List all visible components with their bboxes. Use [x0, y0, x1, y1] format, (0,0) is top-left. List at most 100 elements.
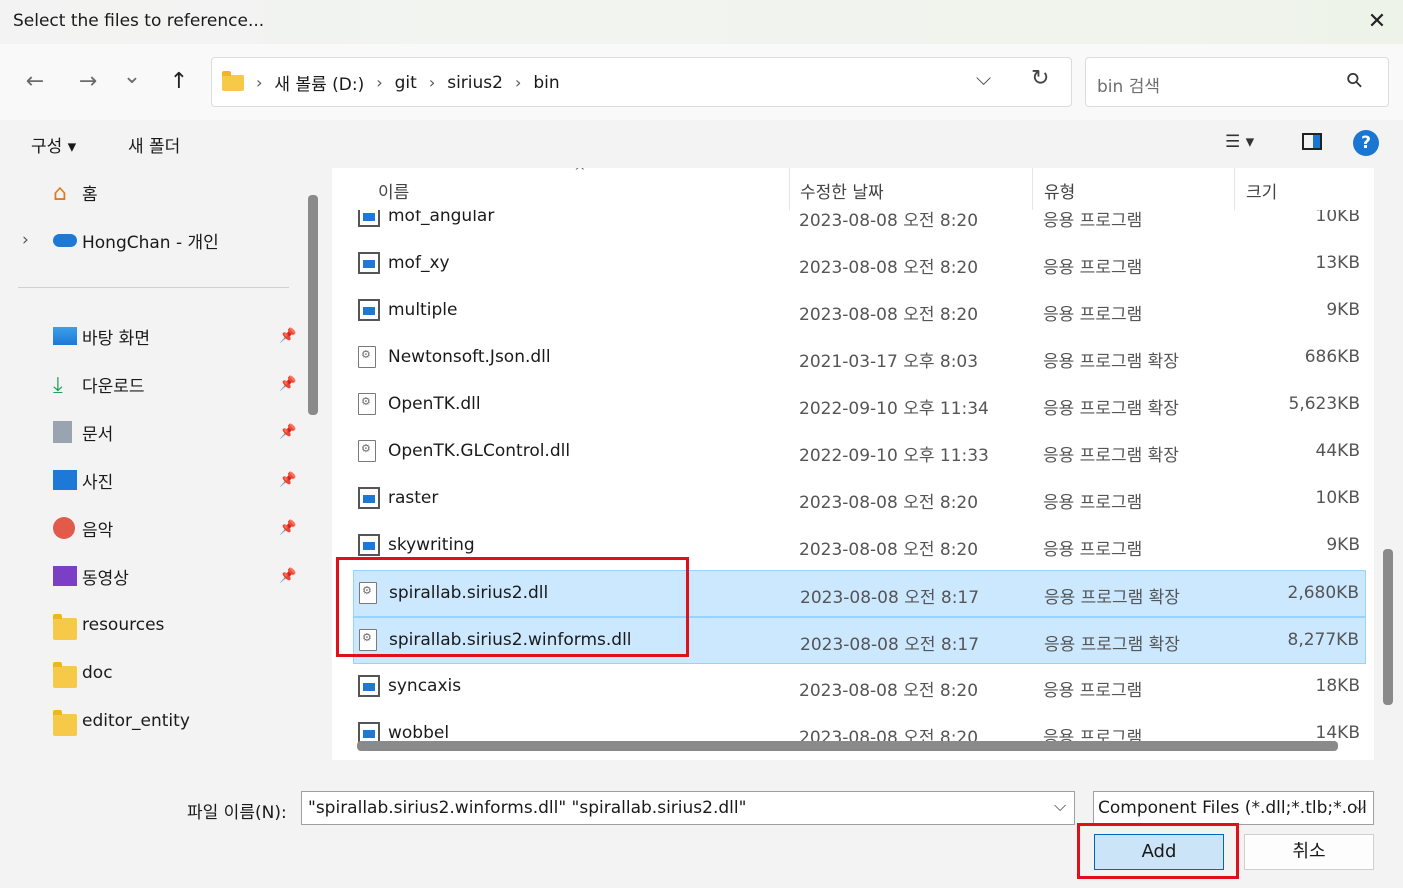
address-dropdown-icon[interactable]: ⌵	[976, 66, 991, 90]
file-date: 2023-08-08 오전 8:20	[799, 493, 979, 513]
filetype-select[interactable]: Component Files (*.dll;*.tlb;*.oll	[1093, 791, 1374, 825]
file-date: 2022-09-10 오후 11:34	[799, 399, 989, 419]
file-rows: mof_angular 2023-08-08 오전 8:20 응용 프로그램 10KB…	[332, 210, 1374, 760]
refresh-icon[interactable]: ↻	[1031, 66, 1049, 91]
sidebar-scrollbar[interactable]	[308, 195, 318, 415]
selection-highlight-box	[336, 557, 689, 657]
sidebar-item-home[interactable]: ⌂ 홈	[0, 170, 300, 214]
column-date[interactable]: 수정한 날짜	[800, 178, 884, 203]
breadcrumb-bin[interactable]: bin	[533, 73, 559, 93]
breadcrumb: › 새 볼륨 (D:) › git › sirius2 › bin	[222, 70, 560, 95]
file-type: 응용 프로그램 확장	[1044, 635, 1180, 655]
sidebar-item-music[interactable]: 음악 📌	[0, 506, 300, 550]
folder-icon	[53, 710, 77, 736]
cancel-button[interactable]: 취소	[1244, 834, 1374, 870]
crumb-sep-icon: ›	[514, 73, 522, 92]
download-icon: ⤓	[53, 373, 63, 398]
file-type: 응용 프로그램 확장	[1043, 446, 1179, 466]
filename-dropdown-icon[interactable]: ⌵	[1054, 796, 1066, 816]
pin-icon[interactable]: 📌	[279, 376, 296, 392]
breadcrumb-git[interactable]: git	[395, 73, 417, 93]
file-name: mof_angular	[388, 210, 495, 226]
file-row[interactable]: OpenTK.dll 2022-09-10 오후 11:34 응용 프로그램 확장 5…	[353, 382, 1366, 429]
vertical-scrollbar[interactable]	[1383, 549, 1393, 705]
pin-icon[interactable]: 📌	[279, 472, 296, 488]
help-icon[interactable]: ?	[1353, 130, 1379, 156]
up-arrow-icon[interactable]: ↑	[162, 65, 196, 99]
application-icon	[358, 487, 380, 509]
file-row[interactable]: Newtonsoft.Json.dll 2021-03-17 오후 8:03 응용 …	[353, 335, 1366, 382]
file-name: wobbel	[388, 723, 450, 743]
desktop-icon	[53, 327, 77, 345]
file-row[interactable]: raster 2023-08-08 오전 8:20 응용 프로그램 10KB	[353, 476, 1366, 523]
application-icon	[358, 534, 380, 556]
filetype-dropdown-icon[interactable]: ⌵	[1354, 796, 1366, 816]
breadcrumb-drive[interactable]: 새 볼륨 (D:)	[274, 70, 364, 95]
file-name: Newtonsoft.Json.dll	[388, 347, 551, 367]
command-bar	[0, 120, 1403, 168]
file-name: syncaxis	[388, 676, 462, 696]
file-name: raster	[388, 488, 439, 508]
sidebar-item-editor-entity[interactable]: editor_entity	[0, 699, 300, 743]
forward-arrow-icon[interactable]: →	[71, 65, 105, 99]
video-icon	[53, 566, 77, 586]
file-type: 응용 프로그램	[1043, 305, 1143, 325]
pin-icon[interactable]: 📌	[279, 424, 296, 440]
file-name: mof_xy	[388, 253, 450, 273]
file-date: 2023-08-08 오전 8:17	[800, 588, 980, 608]
file-row[interactable]: mof_angular 2023-08-08 오전 8:20 응용 프로그램 10KB	[353, 210, 1366, 241]
horizontal-scrollbar[interactable]	[357, 741, 1338, 751]
folder-icon	[53, 614, 77, 640]
column-size[interactable]: 크기	[1246, 178, 1277, 203]
sidebar-item-resources[interactable]: resources	[0, 603, 300, 647]
column-name[interactable]: 이름	[378, 178, 409, 203]
expand-chevron-icon[interactable]: ›	[22, 230, 29, 250]
sidebar-item-downloads[interactable]: ⤓ 다운로드 📌	[0, 362, 300, 406]
recent-locations-chevron-icon[interactable]: ⌄	[115, 60, 149, 94]
pictures-icon	[53, 470, 77, 490]
sidebar-item-pictures[interactable]: 사진 📌	[0, 458, 300, 502]
crumb-sep-icon: ›	[428, 73, 436, 92]
view-options-icon[interactable]: ☰ ▾	[1225, 132, 1254, 152]
crumb-sep-icon: ›	[376, 73, 383, 92]
sidebar-item-doc[interactable]: doc	[0, 651, 300, 695]
file-date: 2021-03-17 오후 8:03	[799, 352, 979, 372]
application-icon	[358, 675, 380, 697]
pin-icon[interactable]: 📌	[279, 520, 296, 536]
file-size: 14KB	[1315, 723, 1360, 743]
close-icon[interactable]: ✕	[1364, 8, 1390, 36]
file-date: 2022-09-10 오후 11:33	[799, 446, 989, 466]
search-placeholder: bin 검색	[1097, 77, 1160, 97]
file-row[interactable]: OpenTK.GLControl.dll 2022-09-10 오후 11:33 응…	[353, 429, 1366, 476]
sidebar-item-documents[interactable]: 문서 📌	[0, 410, 300, 454]
back-arrow-icon[interactable]: ←	[18, 65, 52, 99]
sidebar-item-onedrive[interactable]: › HongChan - 개인	[0, 218, 300, 262]
sort-ascending-icon: ^	[574, 168, 586, 180]
sidebar-item-desktop[interactable]: 바탕 화면 📌	[0, 314, 300, 358]
file-date: 2023-08-08 오전 8:17	[800, 635, 980, 655]
pin-icon[interactable]: 📌	[279, 568, 296, 584]
new-folder-button[interactable]: 새 폴더	[128, 132, 180, 157]
file-row[interactable]: syncaxis 2023-08-08 오전 8:20 응용 프로그램 18KB	[353, 664, 1366, 711]
file-size: 10KB	[1315, 210, 1360, 226]
file-list: 이름 ^ 수정한 날짜 유형 크기 mof_angular 2023-08-08 …	[332, 168, 1374, 760]
column-header: 이름 ^ 수정한 날짜 유형 크기	[332, 168, 1374, 210]
file-type: 응용 프로그램 확장	[1043, 399, 1179, 419]
file-size: 9KB	[1326, 535, 1360, 555]
cloud-icon	[53, 234, 77, 247]
application-icon	[358, 252, 380, 274]
file-name: multiple	[388, 300, 458, 320]
navigation-pane: ⌂ 홈 › HongChan - 개인 바탕 화면 📌 ⤓ 다운로드 📌 문서 …	[0, 168, 302, 760]
sidebar-item-videos[interactable]: 동영상 📌	[0, 554, 300, 598]
column-type[interactable]: 유형	[1044, 178, 1075, 203]
pin-icon[interactable]: 📌	[279, 328, 296, 344]
preview-pane-icon[interactable]	[1302, 133, 1322, 150]
file-date: 2023-08-08 오전 8:20	[799, 258, 979, 278]
file-row[interactable]: multiple 2023-08-08 오전 8:20 응용 프로그램 9KB	[353, 288, 1366, 335]
file-type: 응용 프로그램 확장	[1043, 352, 1179, 372]
organize-button[interactable]: 구성 ▾	[31, 132, 76, 157]
file-row[interactable]: mof_xy 2023-08-08 오전 8:20 응용 프로그램 13KB	[353, 241, 1366, 288]
filename-input[interactable]: "spirallab.sirius2.winforms.dll" "spiral…	[301, 791, 1075, 825]
breadcrumb-sirius2[interactable]: sirius2	[447, 73, 503, 93]
file-type: 응용 프로그램	[1043, 211, 1143, 231]
